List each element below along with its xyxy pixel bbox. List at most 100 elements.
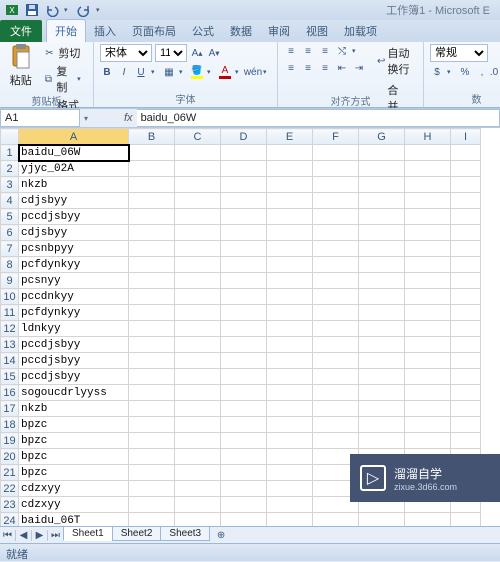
cell-C22[interactable] — [175, 481, 221, 497]
cell-G8[interactable] — [359, 257, 405, 273]
cell-B23[interactable] — [129, 497, 175, 513]
cell-E15[interactable] — [267, 369, 313, 385]
cell-B12[interactable] — [129, 321, 175, 337]
cell-E4[interactable] — [267, 193, 313, 209]
cell-C10[interactable] — [175, 289, 221, 305]
cell-E6[interactable] — [267, 225, 313, 241]
cell-A4[interactable]: cdjsbyy — [19, 193, 129, 209]
cell-G18[interactable] — [359, 417, 405, 433]
cell-D21[interactable] — [221, 465, 267, 481]
cell-D24[interactable] — [221, 513, 267, 527]
copy-button[interactable]: ⧉复制▾ — [39, 62, 87, 96]
cell-D19[interactable] — [221, 433, 267, 449]
cell-D5[interactable] — [221, 209, 267, 225]
cell-F3[interactable] — [313, 177, 359, 193]
cell-A16[interactable]: sogoucdrlyyss — [19, 385, 129, 401]
tab-data[interactable]: 数据 — [222, 20, 260, 42]
cell-F15[interactable] — [313, 369, 359, 385]
cell-D4[interactable] — [221, 193, 267, 209]
cell-B16[interactable] — [129, 385, 175, 401]
cell-B6[interactable] — [129, 225, 175, 241]
sheet-nav-first-icon[interactable]: ⏮ — [0, 530, 16, 541]
cell-E19[interactable] — [267, 433, 313, 449]
cell-F17[interactable] — [313, 401, 359, 417]
row-header-7[interactable]: 7 — [1, 241, 19, 257]
sheet-tab-1[interactable]: Sheet1 — [63, 527, 113, 541]
cell-I10[interactable] — [451, 289, 481, 305]
cell-F13[interactable] — [313, 337, 359, 353]
col-header-C[interactable]: C — [175, 129, 221, 145]
cell-A20[interactable]: bpzc — [19, 449, 129, 465]
align-left-icon[interactable]: ≡ — [284, 61, 298, 75]
cell-D9[interactable] — [221, 273, 267, 289]
cell-C12[interactable] — [175, 321, 221, 337]
cell-C6[interactable] — [175, 225, 221, 241]
cell-B19[interactable] — [129, 433, 175, 449]
cell-I18[interactable] — [451, 417, 481, 433]
wrap-text-button[interactable]: ↩自动换行 — [374, 44, 417, 78]
cell-H5[interactable] — [405, 209, 451, 225]
tab-review[interactable]: 审阅 — [260, 20, 298, 42]
cell-A15[interactable]: pccdjsbyy — [19, 369, 129, 385]
cell-F6[interactable] — [313, 225, 359, 241]
cell-I2[interactable] — [451, 161, 481, 177]
cell-F4[interactable] — [313, 193, 359, 209]
cell-G4[interactable] — [359, 193, 405, 209]
cell-F10[interactable] — [313, 289, 359, 305]
font-name-select[interactable]: 宋体 — [100, 44, 152, 62]
row-header-4[interactable]: 4 — [1, 193, 19, 209]
cell-C14[interactable] — [175, 353, 221, 369]
row-header-18[interactable]: 18 — [1, 417, 19, 433]
save-icon[interactable] — [24, 2, 40, 18]
cell-H4[interactable] — [405, 193, 451, 209]
cell-B5[interactable] — [129, 209, 175, 225]
indent-increase-icon[interactable]: ⇥ — [352, 61, 366, 75]
col-header-I[interactable]: I — [451, 129, 481, 145]
cell-A10[interactable]: pccdnkyy — [19, 289, 129, 305]
cell-C23[interactable] — [175, 497, 221, 513]
cell-B11[interactable] — [129, 305, 175, 321]
percent-format-icon[interactable]: % — [458, 65, 472, 79]
sheet-tab-3[interactable]: Sheet3 — [160, 527, 210, 541]
cell-A21[interactable]: bpzc — [19, 465, 129, 481]
cell-C16[interactable] — [175, 385, 221, 401]
undo-dropdown-icon[interactable]: ▾ — [64, 6, 72, 14]
sheet-nav-last-icon[interactable]: ⏭ — [48, 530, 64, 541]
cell-H1[interactable] — [405, 145, 451, 161]
cell-B1[interactable] — [129, 145, 175, 161]
cell-E18[interactable] — [267, 417, 313, 433]
increase-decimal-icon[interactable]: .0→ — [492, 65, 500, 79]
cell-H8[interactable] — [405, 257, 451, 273]
cell-E11[interactable] — [267, 305, 313, 321]
cell-H16[interactable] — [405, 385, 451, 401]
cell-G14[interactable] — [359, 353, 405, 369]
cell-E22[interactable] — [267, 481, 313, 497]
redo-icon[interactable] — [76, 2, 92, 18]
cell-G3[interactable] — [359, 177, 405, 193]
cell-I8[interactable] — [451, 257, 481, 273]
row-header-14[interactable]: 14 — [1, 353, 19, 369]
accounting-format-icon[interactable]: $ — [430, 65, 444, 79]
cell-I16[interactable] — [451, 385, 481, 401]
fill-color-button[interactable]: 🪣 — [190, 65, 204, 79]
cell-I13[interactable] — [451, 337, 481, 353]
cell-I9[interactable] — [451, 273, 481, 289]
cell-D16[interactable] — [221, 385, 267, 401]
cell-H11[interactable] — [405, 305, 451, 321]
cell-D11[interactable] — [221, 305, 267, 321]
row-header-6[interactable]: 6 — [1, 225, 19, 241]
cell-G5[interactable] — [359, 209, 405, 225]
cell-E5[interactable] — [267, 209, 313, 225]
cell-G15[interactable] — [359, 369, 405, 385]
cell-F1[interactable] — [313, 145, 359, 161]
grow-font-icon[interactable]: A▴ — [190, 46, 204, 60]
cell-C4[interactable] — [175, 193, 221, 209]
row-header-16[interactable]: 16 — [1, 385, 19, 401]
cell-F14[interactable] — [313, 353, 359, 369]
cell-D18[interactable] — [221, 417, 267, 433]
sheet-tab-2[interactable]: Sheet2 — [112, 527, 162, 541]
cell-A22[interactable]: cdzxyy — [19, 481, 129, 497]
cell-G10[interactable] — [359, 289, 405, 305]
cell-F5[interactable] — [313, 209, 359, 225]
cell-H24[interactable] — [405, 513, 451, 527]
